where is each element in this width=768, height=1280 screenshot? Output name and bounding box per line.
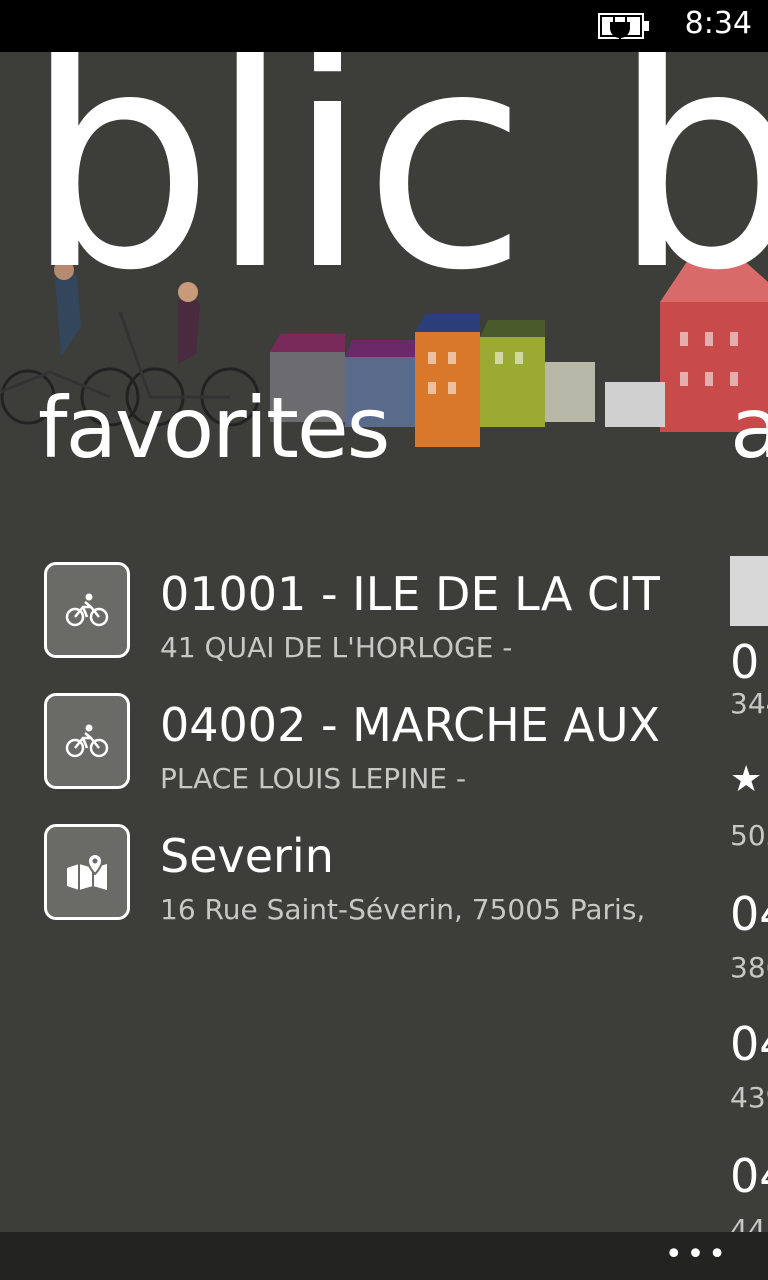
favorites-list: 01001 - ILE DE LA CITE 41 QUAI DE L'HORL…	[44, 562, 664, 955]
peek-row-title: 04	[730, 1017, 768, 1071]
peek-search-box[interactable]	[730, 556, 768, 626]
section-header-next-peek[interactable]: a	[730, 378, 768, 478]
favorite-item[interactable]: Severin 16 Rue Saint-Séverin, 75005 Pari…	[44, 824, 664, 955]
favorite-item[interactable]: 04002 - MARCHE AUX PLACE LOUIS LEPINE -	[44, 693, 664, 824]
peek-row-subtitle: 503	[730, 819, 768, 852]
favorite-item[interactable]: 01001 - ILE DE LA CITE 41 QUAI DE L'HORL…	[44, 562, 664, 693]
more-options-button[interactable]: •••	[665, 1240, 730, 1270]
peek-row-title: 04	[730, 887, 768, 941]
peek-row-subtitle: 344	[730, 687, 768, 720]
clock: 8:34	[684, 6, 752, 41]
favorite-subtitle: PLACE LOUIS LEPINE -	[160, 762, 467, 795]
status-bar: 8:34	[0, 0, 768, 52]
favorite-subtitle: 41 QUAI DE L'HORLOGE -	[160, 631, 513, 664]
peek-row-subtitle: 439	[730, 1081, 768, 1114]
favorite-title: Severin	[160, 829, 334, 883]
favorite-title: 04002 - MARCHE AUX	[160, 698, 660, 752]
bike-icon	[44, 693, 130, 789]
peek-row-subtitle: 386	[730, 951, 768, 984]
app-bar: •••	[0, 1232, 768, 1280]
favorite-subtitle: 16 Rue Saint-Séverin, 75005 Paris, F	[160, 893, 650, 926]
favorite-title: 01001 - ILE DE LA CITE	[160, 567, 660, 621]
panorama-title: blic bi	[24, 52, 768, 336]
bike-icon	[44, 562, 130, 658]
map-pin-icon	[44, 824, 130, 920]
peek-row-title: ★	[730, 759, 763, 800]
next-section-peek: 0 344 ★ 503 04 386 04 439 04 44	[730, 556, 768, 1236]
section-header-favorites[interactable]: favorites	[38, 378, 390, 478]
peek-row-title: 04	[730, 1149, 768, 1203]
peek-row-title: 0	[730, 635, 760, 689]
battery-charging-icon	[598, 13, 649, 39]
